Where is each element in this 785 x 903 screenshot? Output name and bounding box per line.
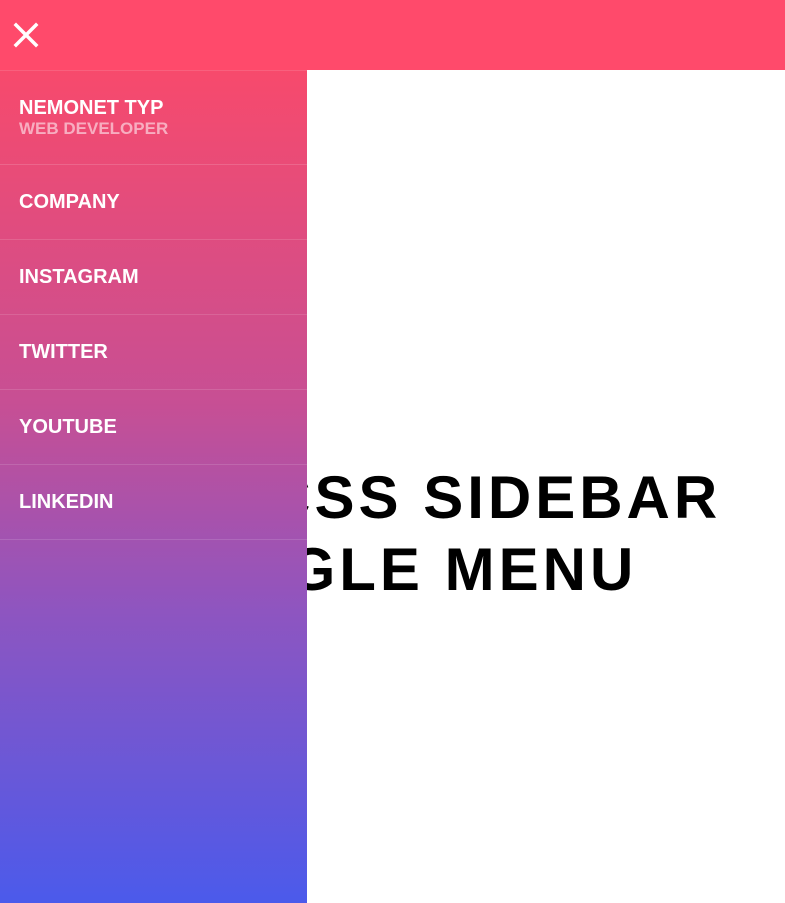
top-bar (0, 0, 785, 70)
sidebar-item-instagram[interactable]: INSTAGRAM (0, 240, 307, 315)
sidebar-item-twitter[interactable]: TWITTER (0, 315, 307, 390)
sidebar-menu: NEMONET TYP WEB DEVELOPER COMPANY INSTAG… (0, 70, 307, 903)
sidebar-item-company[interactable]: COMPANY (0, 165, 307, 240)
sidebar-item-youtube[interactable]: YOUTUBE (0, 390, 307, 465)
sidebar-profile[interactable]: NEMONET TYP WEB DEVELOPER (0, 70, 307, 165)
sidebar-item-linkedin[interactable]: LINKEDIN (0, 465, 307, 540)
close-icon (13, 22, 39, 48)
profile-role: WEB DEVELOPER (19, 119, 169, 138)
profile-name: NEMONET TYP (19, 97, 164, 119)
close-button[interactable] (12, 21, 40, 49)
